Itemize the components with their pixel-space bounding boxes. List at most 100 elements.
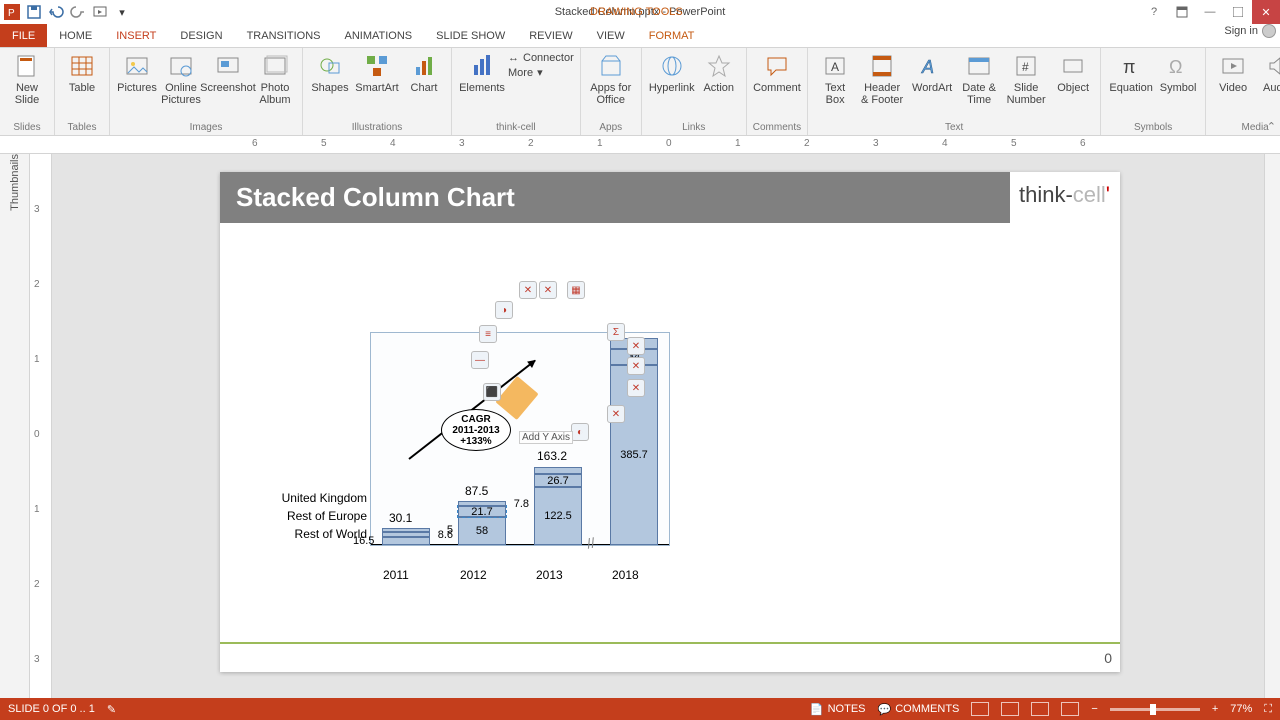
series-label-roe: Rest of Europe <box>273 509 367 523</box>
maximize-icon[interactable] <box>1224 0 1252 24</box>
stacked-column-chart[interactable]: 16.5 8.6 5 30.1 58 21.7 7.8 87.5 122.5 2… <box>370 332 670 546</box>
vertical-scrollbar[interactable] <box>1264 154 1280 698</box>
tab-animations[interactable]: ANIMATIONS <box>333 24 425 47</box>
apps-for-office-button[interactable]: Apps for Office <box>587 50 635 106</box>
hyperlink-button[interactable]: Hyperlink <box>648 50 696 94</box>
slide-title[interactable]: Stacked Column Chart <box>220 172 1010 223</box>
table-button[interactable]: Table <box>61 50 103 94</box>
sorter-view-icon[interactable] <box>1001 702 1019 716</box>
save-icon[interactable] <box>26 4 42 20</box>
comment-button[interactable]: Comment <box>753 50 801 94</box>
tc-tool-3[interactable]: ▦ <box>567 281 585 299</box>
sign-in[interactable]: Sign in <box>1224 24 1276 38</box>
tc-tool-10[interactable]: ✕ <box>627 337 645 355</box>
tc-tool-8[interactable]: ◐ <box>571 423 589 441</box>
ribbon-display-icon[interactable] <box>1168 0 1196 24</box>
redo-icon[interactable] <box>70 4 86 20</box>
tc-tool-13[interactable]: ✕ <box>607 405 625 423</box>
zoom-thumb[interactable] <box>1150 704 1156 715</box>
smartart-button[interactable]: SmartArt <box>353 50 401 94</box>
date-time-button[interactable]: Date & Time <box>958 50 1000 106</box>
tc-tool-11[interactable]: ✕ <box>627 357 645 375</box>
quick-access-toolbar: P ▾ <box>0 4 130 20</box>
notes-button[interactable]: 📄 NOTES <box>810 703 866 716</box>
reading-view-icon[interactable] <box>1031 702 1049 716</box>
thumbnails-pane[interactable]: Thumbnails <box>0 154 30 698</box>
tab-design[interactable]: DESIGN <box>168 24 234 47</box>
tc-tool-4[interactable]: ◑ <box>495 301 513 319</box>
column-2011[interactable]: 16.5 8.6 5 <box>382 528 430 545</box>
audio-button[interactable]: Audio <box>1256 50 1280 94</box>
total-2011: 30.1 <box>389 511 412 525</box>
zoom-level[interactable]: 77% <box>1230 703 1252 715</box>
fit-to-window-icon[interactable]: ⛶ <box>1264 703 1272 716</box>
collapse-ribbon-icon[interactable]: ⌃ <box>1267 120 1276 133</box>
tc-tool-6[interactable]: — <box>471 351 489 369</box>
wordart-button[interactable]: AWordArt <box>908 50 956 94</box>
tab-transitions[interactable]: TRANSITIONS <box>235 24 333 47</box>
tab-view[interactable]: VIEW <box>585 24 637 47</box>
tab-format[interactable]: FORMAT <box>637 24 707 47</box>
equation-button[interactable]: πEquation <box>1107 50 1155 94</box>
object-button[interactable]: Object <box>1052 50 1094 94</box>
zoom-out-button[interactable]: − <box>1091 703 1097 715</box>
elements-button[interactable]: Elements <box>458 50 506 94</box>
tab-slideshow[interactable]: SLIDE SHOW <box>424 24 517 47</box>
action-button[interactable]: Action <box>698 50 740 94</box>
column-2013[interactable]: 122.5 26.7 <box>534 467 582 545</box>
window-controls: ? — ✕ <box>1140 0 1280 24</box>
chart-button[interactable]: Chart <box>403 50 445 94</box>
shapes-button[interactable]: Shapes <box>309 50 351 94</box>
seg-2013-roe: 26.7 <box>534 474 582 487</box>
slide-canvas[interactable]: Stacked Column Chart think-cell' 0 16.5 … <box>52 154 1264 698</box>
group-apps: Apps for Office Apps <box>581 48 642 135</box>
elements-icon <box>468 52 496 80</box>
tab-review[interactable]: REVIEW <box>517 24 584 47</box>
tab-file[interactable]: FILE <box>0 24 47 47</box>
symbol-button[interactable]: ΩSymbol <box>1157 50 1199 94</box>
tc-tool-9[interactable]: Σ <box>607 323 625 341</box>
zoom-slider[interactable] <box>1110 708 1200 711</box>
highlight-shape[interactable] <box>495 376 538 420</box>
online-pictures-button[interactable]: Online Pictures <box>160 50 202 106</box>
undo-icon[interactable] <box>48 4 64 20</box>
date-time-icon <box>965 52 993 80</box>
textbox-button[interactable]: AText Box <box>814 50 856 106</box>
svg-text:π: π <box>1123 57 1135 77</box>
normal-view-icon[interactable] <box>971 702 989 716</box>
header-footer-button[interactable]: Header & Footer <box>858 50 906 106</box>
cagr-bubble[interactable]: CAGR 2011-2013 +133% <box>441 409 511 451</box>
spellcheck-icon[interactable]: ✎ <box>107 703 116 716</box>
qat-customize-icon[interactable]: ▾ <box>114 4 130 20</box>
tc-tool-12[interactable]: ✕ <box>627 379 645 397</box>
column-2012[interactable]: 58 21.7 7.8 <box>458 501 506 545</box>
series-label-uk: United Kingdom <box>273 491 367 505</box>
tc-tool-2[interactable]: ✕ <box>539 281 557 299</box>
pictures-button[interactable]: Pictures <box>116 50 158 94</box>
tab-home[interactable]: HOME <box>47 24 104 47</box>
tc-tool-1[interactable]: ✕ <box>519 281 537 299</box>
slide-number-button[interactable]: #Slide Number <box>1002 50 1050 106</box>
new-slide-button[interactable]: New Slide <box>6 50 48 106</box>
xlabel-2011: 2011 <box>383 568 409 582</box>
seg-2013-uk <box>534 467 582 474</box>
minimize-icon[interactable]: — <box>1196 0 1224 24</box>
help-icon[interactable]: ? <box>1140 0 1168 24</box>
video-button[interactable]: Video <box>1212 50 1254 94</box>
tab-insert[interactable]: INSERT <box>104 24 168 47</box>
screenshot-button[interactable]: Screenshot <box>204 50 252 94</box>
start-from-beginning-icon[interactable] <box>92 4 108 20</box>
tc-tool-5[interactable]: ≡ <box>479 325 497 343</box>
close-icon[interactable]: ✕ <box>1252 0 1280 24</box>
store-icon <box>597 52 625 80</box>
textbox-icon: A <box>821 52 849 80</box>
zoom-in-button[interactable]: + <box>1212 703 1218 715</box>
more-button[interactable]: More▾ <box>508 66 574 79</box>
photo-album-button[interactable]: Photo Album <box>254 50 296 106</box>
tc-tool-7[interactable]: ⬛ <box>483 383 501 401</box>
comments-button[interactable]: 💬 COMMENTS <box>878 703 960 716</box>
seg-2013-row: 122.5 <box>534 487 582 545</box>
slideshow-view-icon[interactable] <box>1061 702 1079 716</box>
connector-button[interactable]: ↔Connector <box>508 52 574 64</box>
slide[interactable]: Stacked Column Chart think-cell' 0 16.5 … <box>220 172 1120 672</box>
